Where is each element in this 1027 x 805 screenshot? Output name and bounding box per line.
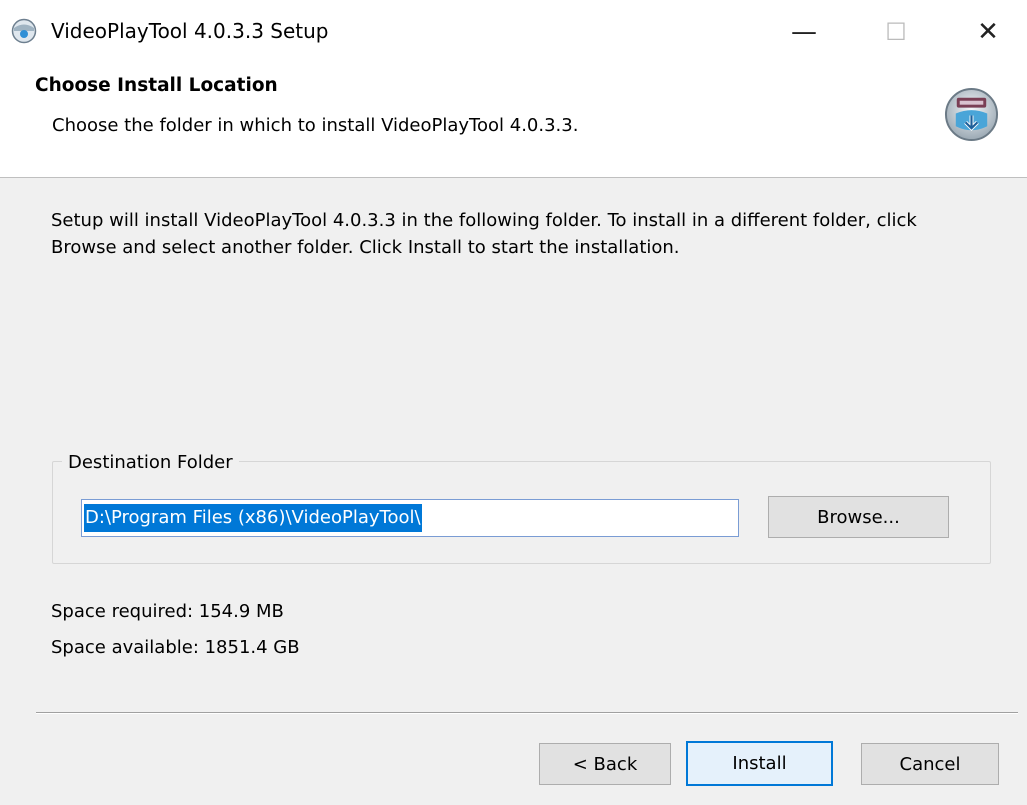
space-available: Space available: 1851.4 GB <box>51 637 300 658</box>
title-bar: VideoPlayTool 4.0.3.3 Setup — ☐ ✕ <box>0 0 1027 64</box>
installer-disc-icon <box>944 87 999 142</box>
destination-group-label: Destination Folder <box>62 451 239 475</box>
back-button[interactable]: < Back <box>539 743 671 785</box>
window-title: VideoPlayTool 4.0.3.3 Setup <box>51 19 329 43</box>
destination-path-selected-text: D:\Program Files (x86)\VideoPlayTool\ <box>84 504 422 532</box>
close-button[interactable]: ✕ <box>942 0 1027 64</box>
app-icon <box>11 18 37 44</box>
install-button[interactable]: Install <box>686 741 833 786</box>
page-subtitle: Choose the folder in which to install Vi… <box>52 115 579 136</box>
footer-divider <box>36 712 1018 714</box>
page-title: Choose Install Location <box>35 75 278 96</box>
destination-path-input[interactable]: D:\Program Files (x86)\VideoPlayTool\ <box>81 499 739 537</box>
minimize-button[interactable]: — <box>758 0 850 64</box>
intro-text: Setup will install VideoPlayTool 4.0.3.3… <box>51 210 917 258</box>
cancel-button[interactable]: Cancel <box>861 743 999 785</box>
space-required: Space required: 154.9 MB <box>51 601 284 622</box>
maximize-button[interactable]: ☐ <box>850 0 942 64</box>
browse-button[interactable]: Browse... <box>768 496 949 538</box>
page-header: Choose Install Location Choose the folde… <box>0 64 1027 178</box>
